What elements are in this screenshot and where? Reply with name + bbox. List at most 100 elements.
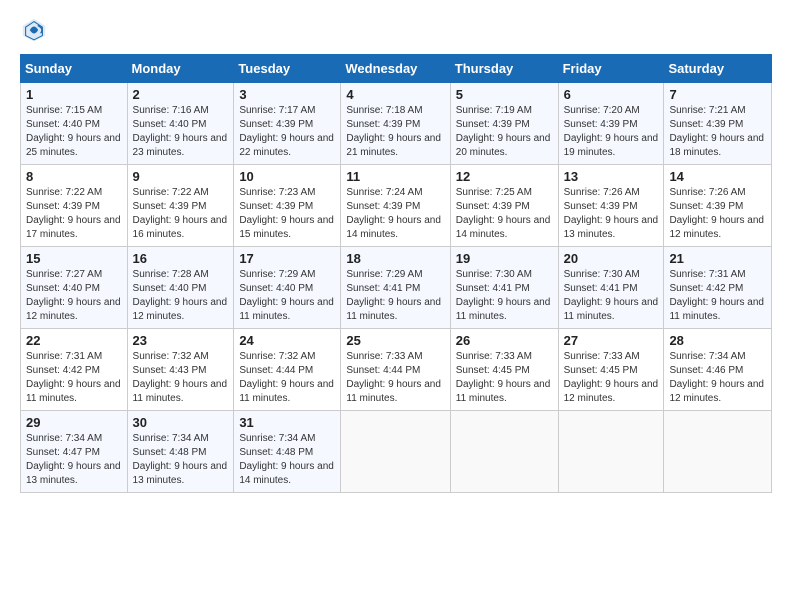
day-number: 17 [239,251,335,266]
day-number: 29 [26,415,122,430]
day-info: Sunrise: 7:23 AMSunset: 4:39 PMDaylight:… [239,187,334,240]
calendar-cell: 26 Sunrise: 7:33 AMSunset: 4:45 PMDaylig… [450,329,558,411]
day-info: Sunrise: 7:22 AMSunset: 4:39 PMDaylight:… [26,187,121,240]
day-info: Sunrise: 7:30 AMSunset: 4:41 PMDaylight:… [456,269,551,322]
day-info: Sunrise: 7:29 AMSunset: 4:41 PMDaylight:… [346,269,441,322]
logo [20,16,52,44]
weekday-header-tuesday: Tuesday [234,55,341,83]
day-info: Sunrise: 7:31 AMSunset: 4:42 PMDaylight:… [669,269,764,322]
calendar-week-row: 22 Sunrise: 7:31 AMSunset: 4:42 PMDaylig… [21,329,772,411]
day-number: 6 [564,87,659,102]
day-number: 14 [669,169,766,184]
day-info: Sunrise: 7:32 AMSunset: 4:43 PMDaylight:… [133,351,228,404]
day-info: Sunrise: 7:16 AMSunset: 4:40 PMDaylight:… [133,105,228,158]
calendar-cell: 25 Sunrise: 7:33 AMSunset: 4:44 PMDaylig… [341,329,450,411]
day-info: Sunrise: 7:21 AMSunset: 4:39 PMDaylight:… [669,105,764,158]
calendar-cell: 28 Sunrise: 7:34 AMSunset: 4:46 PMDaylig… [664,329,772,411]
day-info: Sunrise: 7:20 AMSunset: 4:39 PMDaylight:… [564,105,659,158]
calendar-week-row: 8 Sunrise: 7:22 AMSunset: 4:39 PMDayligh… [21,165,772,247]
day-info: Sunrise: 7:26 AMSunset: 4:39 PMDaylight:… [669,187,764,240]
day-number: 16 [133,251,229,266]
day-info: Sunrise: 7:34 AMSunset: 4:48 PMDaylight:… [239,433,334,486]
day-info: Sunrise: 7:34 AMSunset: 4:47 PMDaylight:… [26,433,121,486]
calendar-cell: 18 Sunrise: 7:29 AMSunset: 4:41 PMDaylig… [341,247,450,329]
calendar-cell: 12 Sunrise: 7:25 AMSunset: 4:39 PMDaylig… [450,165,558,247]
day-info: Sunrise: 7:15 AMSunset: 4:40 PMDaylight:… [26,105,121,158]
day-number: 9 [133,169,229,184]
day-info: Sunrise: 7:29 AMSunset: 4:40 PMDaylight:… [239,269,334,322]
day-number: 23 [133,333,229,348]
calendar-cell: 19 Sunrise: 7:30 AMSunset: 4:41 PMDaylig… [450,247,558,329]
calendar-cell: 9 Sunrise: 7:22 AMSunset: 4:39 PMDayligh… [127,165,234,247]
day-number: 26 [456,333,553,348]
day-number: 8 [26,169,122,184]
day-number: 19 [456,251,553,266]
day-number: 13 [564,169,659,184]
calendar-cell: 2 Sunrise: 7:16 AMSunset: 4:40 PMDayligh… [127,83,234,165]
day-number: 4 [346,87,444,102]
day-number: 1 [26,87,122,102]
logo-icon [20,16,48,44]
day-number: 12 [456,169,553,184]
day-number: 24 [239,333,335,348]
weekday-header-row: SundayMondayTuesdayWednesdayThursdayFrid… [21,55,772,83]
day-info: Sunrise: 7:32 AMSunset: 4:44 PMDaylight:… [239,351,334,404]
calendar-cell [558,411,664,493]
calendar-cell: 8 Sunrise: 7:22 AMSunset: 4:39 PMDayligh… [21,165,128,247]
day-info: Sunrise: 7:24 AMSunset: 4:39 PMDaylight:… [346,187,441,240]
day-number: 22 [26,333,122,348]
day-number: 21 [669,251,766,266]
day-info: Sunrise: 7:33 AMSunset: 4:45 PMDaylight:… [456,351,551,404]
calendar-cell: 7 Sunrise: 7:21 AMSunset: 4:39 PMDayligh… [664,83,772,165]
weekday-header-monday: Monday [127,55,234,83]
calendar-cell [450,411,558,493]
calendar-cell: 13 Sunrise: 7:26 AMSunset: 4:39 PMDaylig… [558,165,664,247]
calendar-cell: 27 Sunrise: 7:33 AMSunset: 4:45 PMDaylig… [558,329,664,411]
calendar-cell: 17 Sunrise: 7:29 AMSunset: 4:40 PMDaylig… [234,247,341,329]
day-info: Sunrise: 7:33 AMSunset: 4:44 PMDaylight:… [346,351,441,404]
day-info: Sunrise: 7:22 AMSunset: 4:39 PMDaylight:… [133,187,228,240]
weekday-header-wednesday: Wednesday [341,55,450,83]
day-number: 10 [239,169,335,184]
day-info: Sunrise: 7:26 AMSunset: 4:39 PMDaylight:… [564,187,659,240]
calendar-cell [341,411,450,493]
day-number: 7 [669,87,766,102]
day-number: 28 [669,333,766,348]
day-number: 30 [133,415,229,430]
calendar-cell: 24 Sunrise: 7:32 AMSunset: 4:44 PMDaylig… [234,329,341,411]
calendar-cell: 21 Sunrise: 7:31 AMSunset: 4:42 PMDaylig… [664,247,772,329]
calendar-cell: 11 Sunrise: 7:24 AMSunset: 4:39 PMDaylig… [341,165,450,247]
calendar-cell: 4 Sunrise: 7:18 AMSunset: 4:39 PMDayligh… [341,83,450,165]
calendar-cell: 30 Sunrise: 7:34 AMSunset: 4:48 PMDaylig… [127,411,234,493]
day-info: Sunrise: 7:34 AMSunset: 4:48 PMDaylight:… [133,433,228,486]
day-number: 20 [564,251,659,266]
calendar-cell: 6 Sunrise: 7:20 AMSunset: 4:39 PMDayligh… [558,83,664,165]
calendar-cell: 31 Sunrise: 7:34 AMSunset: 4:48 PMDaylig… [234,411,341,493]
day-number: 27 [564,333,659,348]
header [20,16,772,44]
day-info: Sunrise: 7:18 AMSunset: 4:39 PMDaylight:… [346,105,441,158]
calendar-week-row: 1 Sunrise: 7:15 AMSunset: 4:40 PMDayligh… [21,83,772,165]
day-number: 2 [133,87,229,102]
day-info: Sunrise: 7:31 AMSunset: 4:42 PMDaylight:… [26,351,121,404]
day-number: 15 [26,251,122,266]
day-number: 31 [239,415,335,430]
calendar-cell: 14 Sunrise: 7:26 AMSunset: 4:39 PMDaylig… [664,165,772,247]
day-number: 11 [346,169,444,184]
day-number: 5 [456,87,553,102]
day-number: 25 [346,333,444,348]
calendar-cell: 29 Sunrise: 7:34 AMSunset: 4:47 PMDaylig… [21,411,128,493]
day-info: Sunrise: 7:27 AMSunset: 4:40 PMDaylight:… [26,269,121,322]
page-container: SundayMondayTuesdayWednesdayThursdayFrid… [0,0,792,503]
calendar-cell: 20 Sunrise: 7:30 AMSunset: 4:41 PMDaylig… [558,247,664,329]
calendar-cell: 3 Sunrise: 7:17 AMSunset: 4:39 PMDayligh… [234,83,341,165]
calendar-table: SundayMondayTuesdayWednesdayThursdayFrid… [20,54,772,493]
calendar-cell: 1 Sunrise: 7:15 AMSunset: 4:40 PMDayligh… [21,83,128,165]
day-info: Sunrise: 7:28 AMSunset: 4:40 PMDaylight:… [133,269,228,322]
calendar-week-row: 29 Sunrise: 7:34 AMSunset: 4:47 PMDaylig… [21,411,772,493]
weekday-header-sunday: Sunday [21,55,128,83]
weekday-header-friday: Friday [558,55,664,83]
calendar-cell: 16 Sunrise: 7:28 AMSunset: 4:40 PMDaylig… [127,247,234,329]
day-number: 3 [239,87,335,102]
weekday-header-thursday: Thursday [450,55,558,83]
